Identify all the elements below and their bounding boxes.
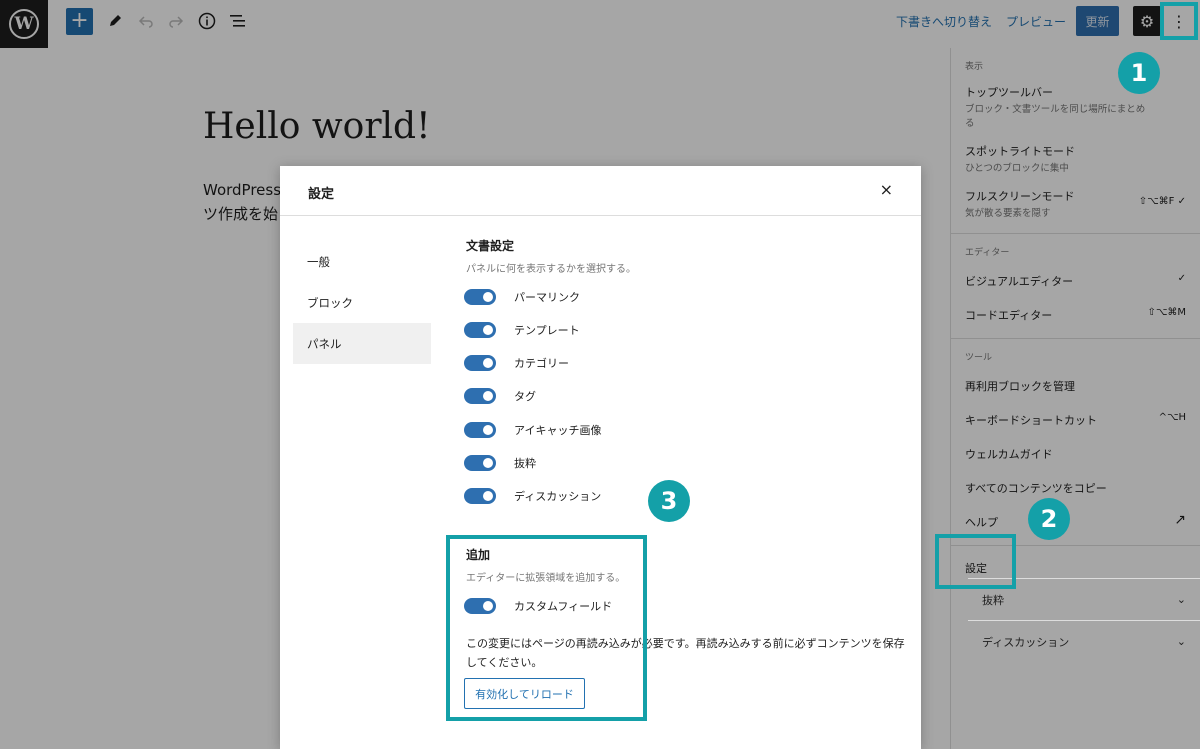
modal-title: 設定: [308, 187, 335, 202]
toggle-row-featured-image[interactable]: アイキャッチ画像: [464, 420, 601, 440]
step-badge-2: 2: [1028, 498, 1070, 540]
toggle-row-discussion[interactable]: ディスカッション: [464, 486, 601, 506]
toggle-label: カテゴリー: [514, 357, 569, 370]
toggle-label: 抜粋: [514, 457, 536, 470]
toggle-switch[interactable]: [464, 455, 496, 471]
highlight-options-button: [1160, 2, 1198, 40]
chevron-down-icon: ⌄: [1176, 635, 1186, 648]
toggle-row-permalink[interactable]: パーマリンク: [464, 287, 580, 307]
chevron-down-icon: ⌄: [1176, 593, 1186, 606]
panel-label: ディスカッション: [982, 635, 1070, 649]
highlight-preferences-item: [935, 534, 1016, 589]
toggle-switch[interactable]: [464, 322, 496, 338]
highlight-additional-section: [446, 535, 647, 721]
step-badge-1: 1: [1118, 52, 1160, 94]
tab-blocks[interactable]: ブロック: [293, 282, 431, 323]
modal-nav: 一般 ブロック パネル: [293, 241, 431, 364]
toggle-switch[interactable]: [464, 355, 496, 371]
toggle-label: アイキャッチ画像: [514, 424, 602, 437]
document-settings-desc: パネルに何を表示するかを選択する。: [466, 264, 636, 275]
step-badge-3: 3: [648, 480, 690, 522]
tab-panels[interactable]: パネル: [293, 323, 431, 364]
toggle-label: テンプレート: [514, 324, 580, 337]
toggle-switch[interactable]: [464, 289, 496, 305]
toggle-row-excerpt[interactable]: 抜粋: [464, 453, 536, 473]
document-settings-title: 文書設定: [466, 239, 515, 253]
toggle-label: ディスカッション: [514, 490, 602, 503]
close-icon[interactable]: ×: [880, 180, 893, 199]
toggle-label: パーマリンク: [514, 291, 580, 304]
modal-header: 設定 ×: [280, 166, 921, 216]
toggle-row-template[interactable]: テンプレート: [464, 320, 580, 340]
sidebar-panel-discussion[interactable]: ディスカッション ⌄: [968, 620, 1200, 662]
tab-general[interactable]: 一般: [293, 241, 431, 282]
panel-label: 抜粋: [982, 593, 1004, 607]
toggle-row-categories[interactable]: カテゴリー: [464, 353, 569, 373]
toggle-switch[interactable]: [464, 422, 496, 438]
toggle-switch[interactable]: [464, 388, 496, 404]
toggle-label: タグ: [514, 390, 536, 403]
toggle-switch[interactable]: [464, 488, 496, 504]
toggle-row-tags[interactable]: タグ: [464, 386, 536, 406]
